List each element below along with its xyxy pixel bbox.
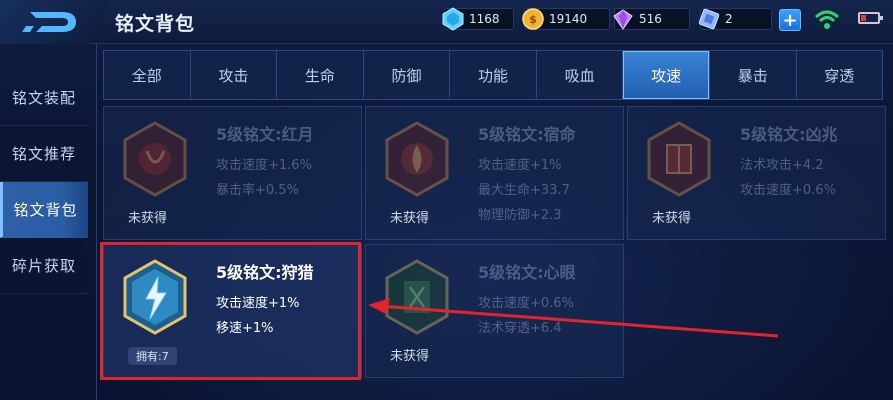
red-rune-emblem-icon [385,121,449,197]
gold-counter[interactable]: $ 19140 [522,8,610,30]
tab-all[interactable]: 全部 [104,51,191,99]
rune-name: 5级铭文:红月 [216,125,314,144]
diamond-value: 1168 [469,12,500,26]
red-rune-emblem-icon [123,121,187,197]
rune-stat: 暴击率+0.5% [216,183,299,198]
sidebar-item-bag[interactable]: 铭文背包 [0,182,88,238]
rune-stats: 法术攻击+4.2 攻击速度+0.6% [740,153,836,203]
rune-stat: 攻击速度+1% [216,296,300,311]
gem-counter[interactable]: 516 [613,8,690,30]
gold-value: 19140 [549,12,588,26]
rune-stat: 攻击速度+0.6% [740,183,836,198]
tab-crit[interactable]: 暴击 [710,51,797,99]
ticket-value: 2 [725,12,733,26]
annotation-arrow-icon [368,298,779,338]
tab-utility[interactable]: 功能 [450,51,537,99]
red-rune-emblem-icon [647,121,711,197]
owned-count-badge: 拥有:7 [128,347,177,365]
rune-stat: 移速+1% [216,321,274,336]
tab-health[interactable]: 生命 [277,51,364,99]
category-tabs: 全部 攻击 生命 防御 功能 吸血 攻速 暴击 穿透 [103,50,883,100]
gem-value: 516 [639,12,662,26]
svg-text:$: $ [529,13,537,26]
wifi-icon [814,10,840,29]
top-bar: 铭文背包 1168 $ 19140 516 2 + [0,0,893,44]
rune-card-xiongzhao[interactable]: 5级铭文:凶兆 法术攻击+4.2 攻击速度+0.6% 未获得 [627,106,886,240]
sidebar-item-fragments[interactable]: 碎片获取 [0,238,88,294]
rune-status: 未获得 [390,349,430,364]
rune-stats: 攻击速度+1% 移速+1% [216,291,300,341]
recharge-plus-button[interactable]: + [779,9,801,31]
tab-lifesteal[interactable]: 吸血 [537,51,624,99]
tab-penetration[interactable]: 穿透 [797,51,883,99]
purple-gem-icon [613,9,633,30]
rune-status: 未获得 [128,211,168,226]
rune-stat: 攻击速度+1% [478,158,562,173]
ticket-counter[interactable]: 2 [698,8,772,30]
rune-status: 未获得 [390,211,430,226]
ticket-icon [698,8,720,30]
rune-grid: 5级铭文:红月 攻击速度+1.6% 暴击率+0.5% 未获得 5级铭文:宿命 攻… [103,106,887,396]
rune-card-hongyue[interactable]: 5级铭文:红月 攻击速度+1.6% 暴击率+0.5% 未获得 [103,106,362,240]
battery-icon [858,12,883,24]
tab-defense[interactable]: 防御 [364,51,451,99]
rune-name: 5级铭文:宿命 [478,125,576,144]
sidebar-item-equip[interactable]: 铭文装配 [0,70,88,126]
rune-stats: 攻击速度+1% 最大生命+33.7 物理防御+2.3 [478,153,570,228]
back-button[interactable] [0,0,110,44]
rune-stat: 物理防御+2.3 [478,208,562,223]
main-panel: 全部 攻击 生命 防御 功能 吸血 攻速 暴击 穿透 5级铭文:红月 攻击速度+… [96,44,893,400]
rune-name: 5级铭文:凶兆 [740,125,838,144]
rune-stat: 最大生命+33.7 [478,183,570,198]
sidebar-item-recommend[interactable]: 铭文推荐 [0,126,88,182]
rune-card-shoulie[interactable]: 5级铭文:狩猎 攻击速度+1% 移速+1% 拥有:7 [103,244,362,378]
rune-stats: 攻击速度+1.6% 暴击率+0.5% [216,153,312,203]
rune-card-suming[interactable]: 5级铭文:宿命 攻击速度+1% 最大生命+33.7 物理防御+2.3 未获得 [365,106,624,240]
back-logo-icon [22,12,76,32]
rune-name: 5级铭文:狩猎 [216,263,314,282]
sidebar: 铭文装配 铭文推荐 铭文背包 碎片获取 [0,70,88,294]
blue-rune-emblem-icon [123,259,187,335]
gold-coin-icon: $ [522,8,544,30]
rune-stat: 法术攻击+4.2 [740,158,824,173]
rune-stat: 攻击速度+1.6% [216,158,312,173]
rune-name: 5级铭文:心眼 [478,263,576,282]
tab-attack[interactable]: 攻击 [191,51,278,99]
diamond-counter[interactable]: 1168 [442,7,514,31]
diamond-icon [442,7,464,31]
tab-attack-speed[interactable]: 攻速 [623,51,710,99]
page-title: 铭文背包 [115,13,196,35]
rune-status: 未获得 [652,211,692,226]
